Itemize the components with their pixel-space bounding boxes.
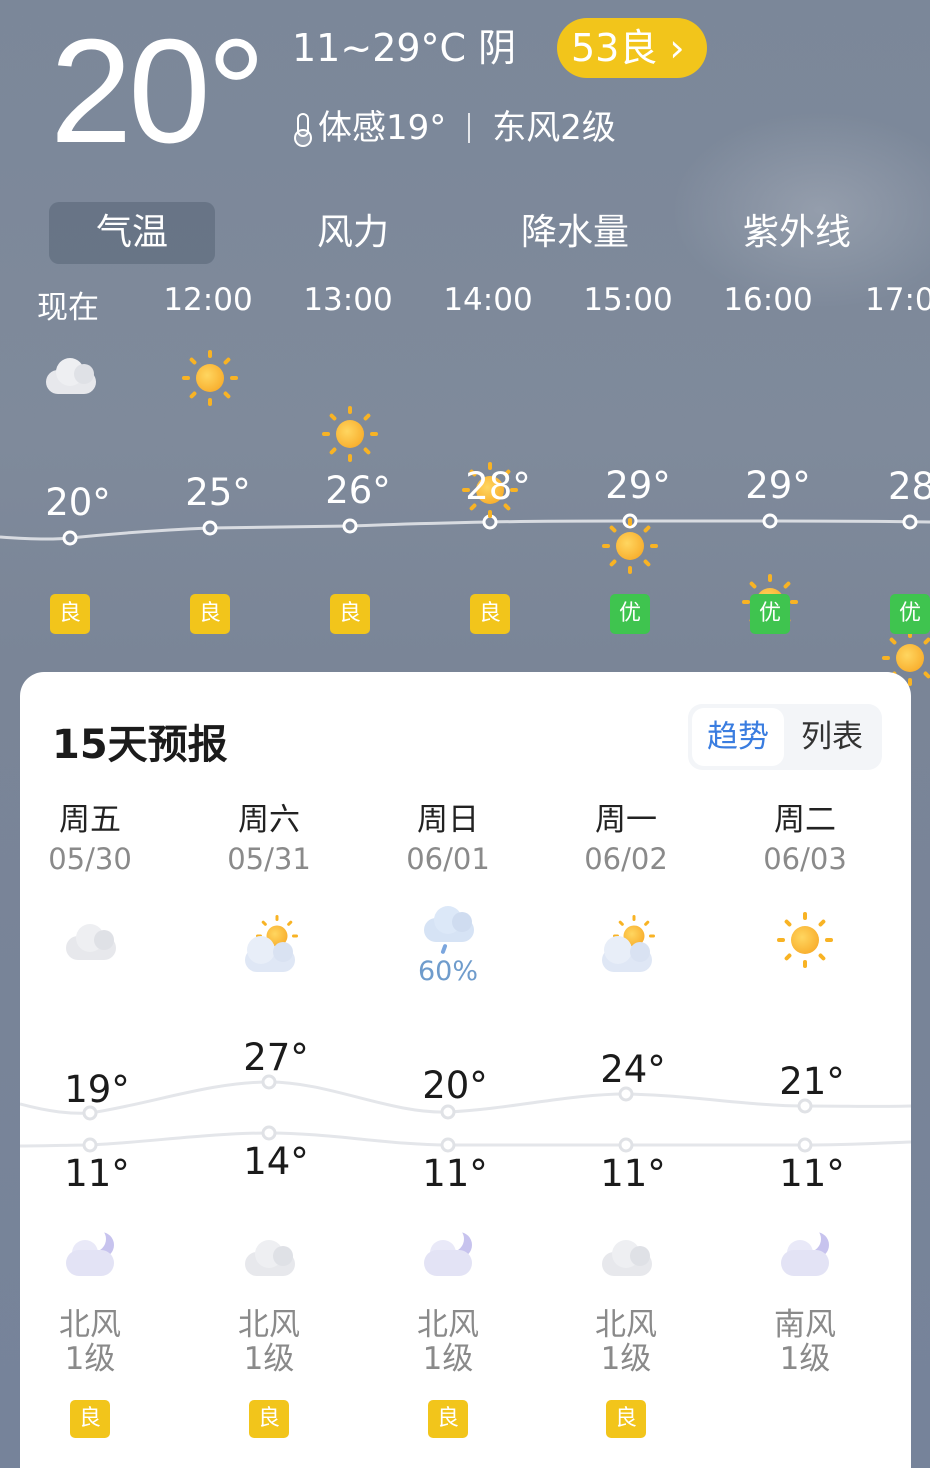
hourly-forecast[interactable]: 现在 12:00 13:00 14:00 15:00 16:00 17:0 20… (0, 0, 930, 686)
hour-time: 15:00 (583, 282, 673, 318)
wind-level: 1级 (243, 1341, 295, 1377)
hour-time: 16:00 (723, 282, 813, 318)
wind-direction: 北风 (417, 1307, 479, 1343)
cloud-icon (42, 356, 98, 412)
day-date: 06/02 (584, 842, 668, 876)
wind-level: 1级 (64, 1341, 116, 1377)
wind-level: 1级 (422, 1341, 474, 1377)
day-wind: 北风 1级 (561, 1308, 691, 1376)
sun-icon (322, 406, 378, 462)
aqi-badge: 良 (606, 1400, 646, 1438)
hour-time: 现在 (37, 290, 99, 326)
day-name: 周六 (238, 802, 300, 838)
wind-direction: 北风 (59, 1307, 121, 1343)
aqi-badge: 良 (470, 594, 510, 634)
day-date: 05/30 (48, 842, 132, 876)
sun-cloud-icon (241, 915, 298, 972)
sun-icon (777, 912, 833, 968)
day-wind: 南风 1级 (740, 1308, 870, 1376)
hour-temp: 28 (888, 465, 930, 508)
moon-cloud-icon (420, 1226, 476, 1282)
wind-direction: 北风 (238, 1307, 300, 1343)
cloud-icon (241, 1238, 297, 1288)
wind-level: 1级 (779, 1341, 831, 1377)
day-date: 05/31 (227, 842, 311, 876)
day-date: 06/01 (406, 842, 490, 876)
cloud-icon (62, 922, 118, 978)
hour-time: 12:00 (163, 282, 253, 318)
moon-cloud-icon (62, 1226, 118, 1282)
hourly-temp-curve (0, 513, 930, 546)
aqi-badge: 良 (249, 1400, 289, 1438)
hour-temp: 26° (325, 469, 391, 512)
rain-icon (420, 904, 476, 960)
day-low-temp: 11° (600, 1152, 666, 1195)
moon-cloud-icon (777, 1226, 833, 1282)
forecast-card: 15天预报 趋势 列表 周五 周六 周日 周一 周二 05/30 05/31 0… (20, 672, 911, 1468)
cloud-icon (598, 1238, 654, 1288)
day-high-temp: 20° (422, 1064, 488, 1107)
wind-direction: 南风 (774, 1307, 836, 1343)
aqi-badge: 良 (330, 594, 370, 634)
day-wind: 北风 1级 (383, 1308, 513, 1376)
day-low-temp: 11° (64, 1152, 130, 1195)
day-wind: 北风 1级 (25, 1308, 155, 1376)
hour-temp: 25° (185, 471, 251, 514)
day-wind: 北风 1级 (204, 1308, 334, 1376)
aqi-badge: 良 (70, 1400, 110, 1438)
day-name: 周二 (774, 802, 836, 838)
precipitation-chance: 60% (417, 956, 478, 987)
day-low-temp: 11° (422, 1152, 488, 1195)
aqi-badge: 良 (428, 1400, 468, 1438)
day-date: 06/03 (763, 842, 847, 876)
wind-level: 1级 (600, 1341, 652, 1377)
day-high-temp: 21° (779, 1060, 845, 1103)
hour-time: 13:00 (303, 282, 393, 318)
wind-direction: 北风 (595, 1307, 657, 1343)
aqi-badge: 良 (190, 594, 230, 634)
day-high-temp: 27° (243, 1036, 309, 1079)
day-high-temp: 24° (600, 1048, 666, 1091)
day-low-temp: 14° (243, 1140, 309, 1183)
hour-time: 14:00 (443, 282, 533, 318)
aqi-badge: 优 (890, 594, 930, 634)
hour-temp: 29° (605, 464, 671, 507)
aqi-badge: 优 (750, 594, 790, 634)
day-name: 周日 (417, 802, 479, 838)
hour-temp: 28° (465, 465, 531, 508)
hour-temp: 29° (745, 464, 811, 507)
day-high-temp: 19° (64, 1068, 130, 1111)
sun-icon (182, 350, 238, 406)
hour-temp: 20° (45, 481, 111, 524)
day-name: 周一 (595, 802, 657, 838)
aqi-badge: 优 (610, 594, 650, 634)
sun-cloud-icon (598, 915, 655, 972)
day-name: 周五 (59, 802, 121, 838)
day-low-temp: 11° (779, 1152, 845, 1195)
sun-icon (602, 518, 658, 574)
hour-time: 17:0 (865, 282, 930, 318)
aqi-badge: 良 (50, 594, 90, 634)
